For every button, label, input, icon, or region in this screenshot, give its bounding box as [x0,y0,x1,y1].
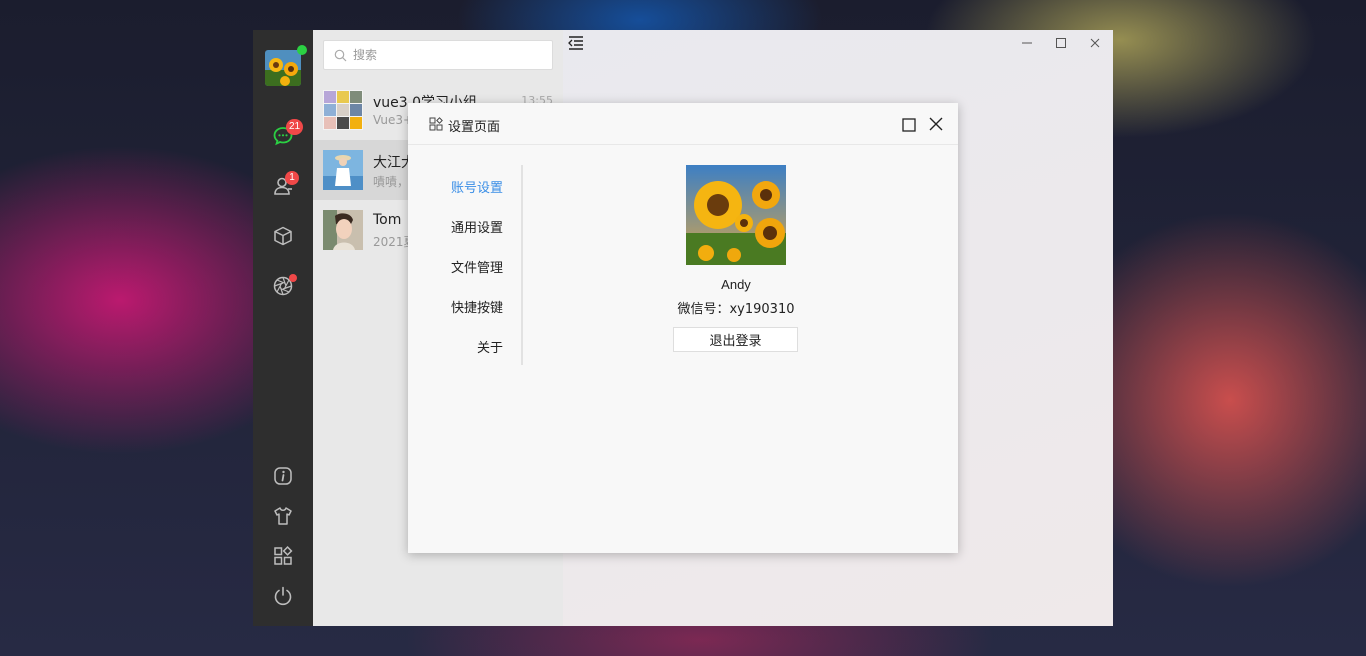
maximize-icon [1056,38,1066,48]
tom-avatar [323,210,363,250]
close-window-button[interactable] [1085,34,1105,52]
maximize-button[interactable] [1051,34,1071,52]
nav-skin-button[interactable] [268,501,298,531]
menu-file-management[interactable]: 文件管理 [451,257,503,276]
nav-contacts-button[interactable]: 1 [268,171,299,201]
chat-name: Tom [373,212,402,228]
contacts-badge: 1 [285,171,299,185]
cube-icon [274,226,292,246]
close-icon [1090,38,1100,48]
dialog-close-button[interactable] [928,116,944,136]
menu-account-settings[interactable]: 账号设置 [451,177,503,196]
dialog-header: 设置页面 [408,103,958,145]
power-icon [274,586,292,606]
nav-moments-button[interactable] [268,271,298,301]
menu-fold-icon [568,36,583,50]
chat-unread-badge: 21 [286,119,304,135]
dialog-title: 设置页面 [448,120,501,135]
group-avatar [323,90,363,130]
online-status-dot [297,45,307,55]
close-icon [929,117,943,131]
profile-wechat-id: 微信号：xy190310 [677,302,795,317]
collapse-menu-button[interactable] [567,34,585,52]
search-box[interactable] [323,40,553,70]
profile-name: Andy [721,277,751,292]
nav-box-button[interactable] [268,221,298,251]
profile-avatar [686,165,786,265]
minimize-icon [1022,42,1032,44]
chat-preview: 嘖嘖， [373,175,410,189]
minimize-button[interactable] [1017,34,1037,52]
settings-grid-icon [429,117,443,131]
moments-new-dot [289,274,297,282]
dialog-maximize-button[interactable] [902,117,916,136]
search-input[interactable] [353,48,543,62]
nav-info-button[interactable] [268,461,298,491]
apps-grid-icon [274,546,293,565]
search-icon [334,49,347,61]
shirt-icon [274,507,292,525]
menu-shortcut-keys[interactable]: 快捷按键 [451,297,503,316]
logout-button[interactable]: 退出登录 [673,327,798,352]
user-avatar[interactable] [265,50,301,86]
nav-apps-button[interactable] [268,541,298,571]
menu-general-settings[interactable]: 通用设置 [451,217,503,236]
nav-chat-button[interactable]: 21 [268,119,304,151]
contact-avatar [323,150,363,190]
side-nav: 21 1 [253,30,313,626]
nav-power-button[interactable] [268,581,298,611]
info-icon [274,467,292,485]
maximize-icon [902,118,916,132]
settings-dialog: 设置页面 账号设置 通用设置 文件管理 快捷按键 关于 Andy 微信号：xy1… [408,103,958,553]
window-controls [1017,34,1105,52]
menu-about[interactable]: 关于 [477,337,503,356]
settings-menu: 账号设置 通用设置 文件管理 快捷按键 关于 [408,165,523,365]
